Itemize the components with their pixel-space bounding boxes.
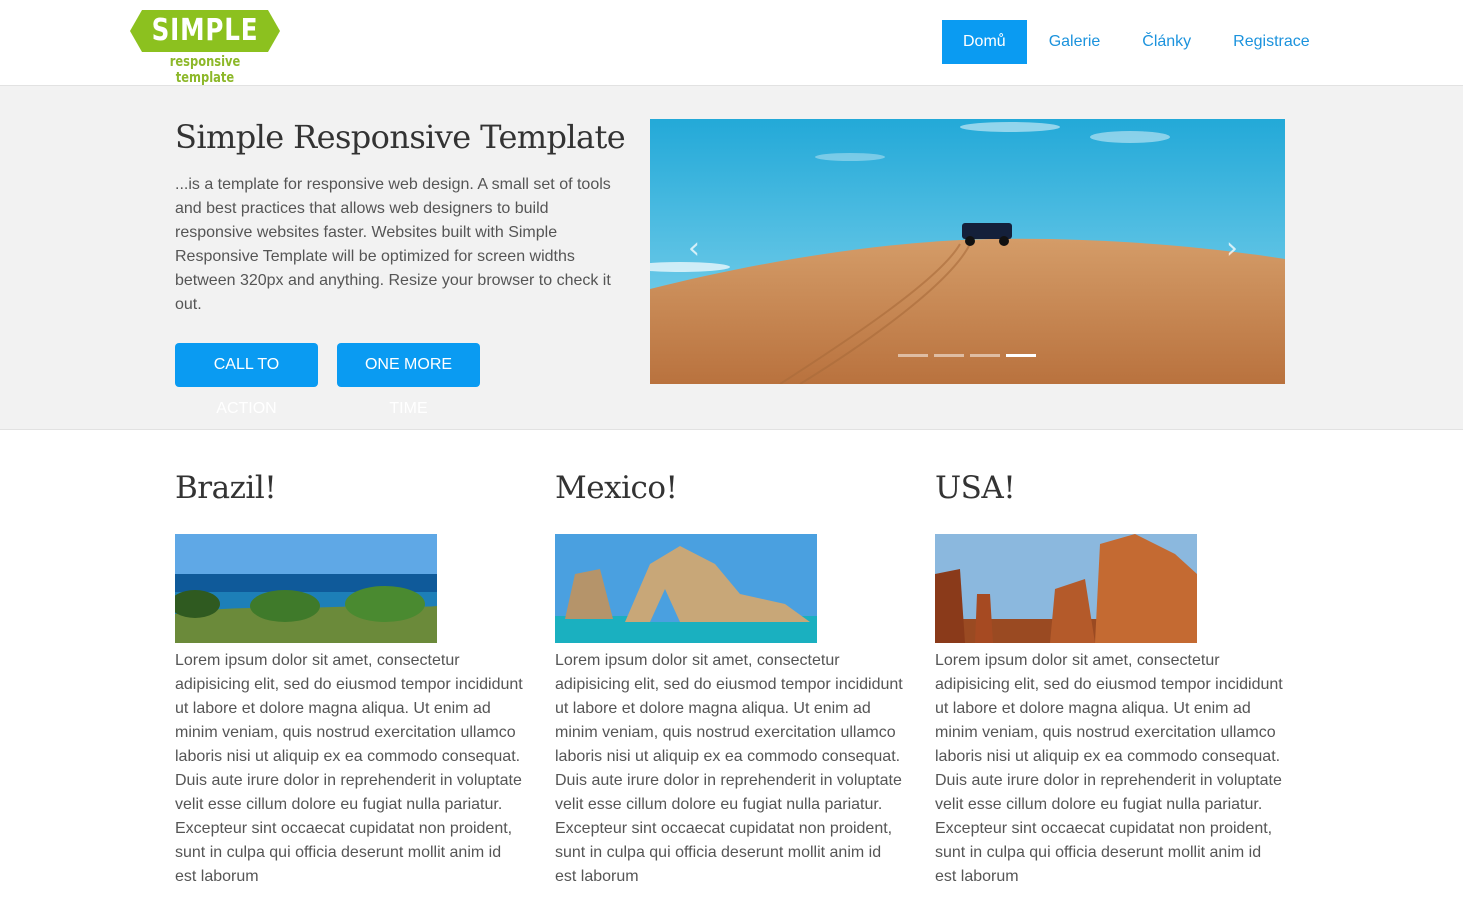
nav-item-domu[interactable]: Domů [942,20,1027,64]
brazil-image [175,534,437,643]
logo-word: SIMPLE [151,13,259,48]
main-nav: Domů Galerie Články Registrace [942,20,1331,64]
column-title: USA! [935,470,1016,506]
slider-dot[interactable] [898,354,928,357]
column-text: Lorem ipsum dolor sit amet, consectetur … [175,652,523,885]
slider-dot[interactable] [970,354,1000,357]
nav-item-clanky[interactable]: Články [1121,20,1212,64]
hero-title: Simple Responsive Template [175,118,626,156]
column-text: Lorem ipsum dolor sit amet, consectetur … [935,652,1283,885]
call-to-action-button[interactable]: CALL TO ACTION [175,343,318,417]
site-header: SIMPLE responsive template Domů Galerie … [0,0,1463,86]
usa-image [935,534,1197,643]
logo-tagline: responsive template [169,54,241,86]
hero-description: ...is a template for responsive web desi… [175,176,611,313]
column-usa: USA! Lorem ipsum dolor sit amet, consect… [935,470,1285,889]
one-more-time-button[interactable]: ONE MORE TIME [337,343,480,417]
slider-pagination [898,354,1042,357]
slider-dot[interactable] [934,354,964,357]
slide-desert-image [650,119,1285,384]
slider-next-icon[interactable]: › [1226,234,1238,264]
mexico-image [555,534,817,643]
column-text: Lorem ipsum dolor sit amet, consectetur … [555,652,903,885]
column-brazil: Brazil! Lorem ipsum dolor sit amet, cons… [175,470,525,889]
slider-prev-icon[interactable]: ‹ [688,234,700,264]
image-slider[interactable]: ‹ › [650,119,1285,384]
hero-section: Simple Responsive Template ...is a templ… [0,86,1463,430]
slider-dot-active[interactable] [1006,354,1036,357]
column-mexico: Mexico! Lorem ipsum dolor sit amet, cons… [555,470,905,889]
nav-item-galerie[interactable]: Galerie [1028,20,1122,64]
column-title: Mexico! [555,470,678,506]
nav-item-registrace[interactable]: Registrace [1212,20,1330,64]
site-logo[interactable]: SIMPLE responsive template [130,10,282,86]
column-title: Brazil! [175,470,277,506]
